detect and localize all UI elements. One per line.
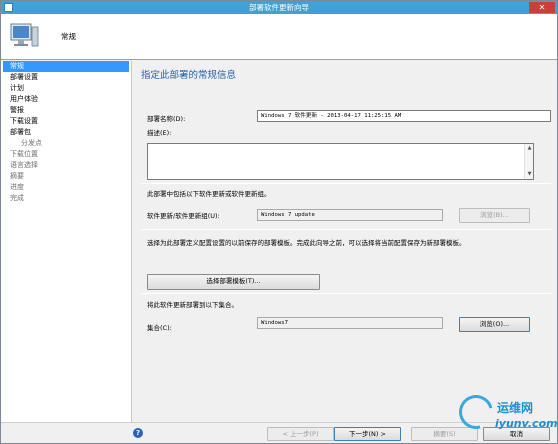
computer-icon: [10, 23, 39, 47]
scroll-up-icon[interactable]: ▲: [526, 145, 533, 152]
update-group-label: 软件更新/软件更新组(U):: [147, 212, 220, 220]
collection-label: 集合(C):: [147, 324, 172, 332]
separator: [141, 293, 551, 294]
collection-field: Windows7: [257, 317, 443, 329]
sidebar-item-alerts[interactable]: 警报: [1, 105, 131, 116]
wizard-window: 部署软件更新向导 ✕ 常规 常规 部署设置 计划 用户体验 警报 下载设置 部署…: [0, 0, 558, 444]
sidebar-item-progress: 进度: [10, 183, 24, 191]
wizard-steps-sidebar: 常规 部署设置 计划 用户体验 警报 下载设置 部署包 分发点 下载位置 语言选…: [1, 61, 132, 422]
previous-button: < 上一步(P): [267, 427, 334, 441]
app-icon: [4, 3, 13, 12]
collection-intro-text: 将此软件更新部署到以下集合。: [147, 301, 238, 309]
wizard-content: 指定此部署的常规信息 部署名称(D): Windows 7 软件更新 - 201…: [133, 61, 557, 422]
separator: [141, 229, 551, 230]
help-icon[interactable]: ?: [133, 428, 143, 438]
sidebar-item-download-settings[interactable]: 下载设置: [1, 116, 131, 127]
sidebar-item-download-location: 下载位置: [10, 150, 38, 158]
browse-updates-button: 浏览(B)...: [459, 208, 530, 223]
select-template-button[interactable]: 选择部署模板(T)...: [147, 274, 320, 290]
sidebar-item-completion: 完成: [10, 194, 24, 202]
next-button[interactable]: 下一步(N) >: [334, 427, 401, 441]
scroll-down-icon[interactable]: ▼: [526, 171, 533, 178]
sidebar-item-user-experience[interactable]: 用户体验: [1, 94, 131, 105]
sidebar-item-deployment-package[interactable]: 部署包: [1, 127, 131, 138]
page-title: 指定此部署的常规信息: [141, 70, 237, 81]
watermark-line1: 运维网: [497, 401, 534, 415]
sidebar-item-general[interactable]: 常规: [3, 61, 129, 72]
sidebar-item-distribution-points: 分发点: [21, 139, 42, 147]
sidebar-item-scheduling[interactable]: 计划: [1, 83, 131, 94]
deployment-name-input[interactable]: Windows 7 软件更新 - 2013-04-17 11:25:15 AM: [257, 110, 551, 122]
description-label: 描述(E):: [147, 129, 172, 137]
watermark-line2: iyunv.com: [495, 417, 558, 430]
description-scrollbar[interactable]: ▲ ▼: [524, 144, 533, 179]
separator: [141, 183, 551, 184]
window-title: 部署软件更新向导: [249, 3, 309, 12]
sidebar-item-language-selection: 语言选择: [10, 161, 38, 169]
watermark-logo: 运维网 iyunv.com: [452, 388, 558, 439]
wizard-header: 常规: [1, 14, 557, 60]
sidebar-item-deployment-settings[interactable]: 部署设置: [1, 72, 131, 83]
title-bar[interactable]: 部署软件更新向导 ✕: [1, 1, 557, 14]
logo-ring-icon: [452, 388, 500, 436]
sidebar-item-summary: 摘要: [10, 172, 24, 180]
deployment-name-label: 部署名称(D):: [147, 115, 186, 123]
close-button[interactable]: ✕: [529, 2, 555, 13]
header-heading: 常规: [61, 32, 76, 41]
template-description: 选择为此部署定义配置设置的以前保存的部署模板。完成此向导之前，可以选择将当前配置…: [147, 239, 466, 247]
browse-collection-button[interactable]: 浏览(O)...: [459, 317, 530, 332]
description-textarea[interactable]: ▲ ▼: [147, 143, 534, 180]
update-group-field: Windows 7 update: [257, 209, 443, 221]
includes-text: 此部署中包括以下软件更新或软件更新组。: [147, 190, 271, 198]
